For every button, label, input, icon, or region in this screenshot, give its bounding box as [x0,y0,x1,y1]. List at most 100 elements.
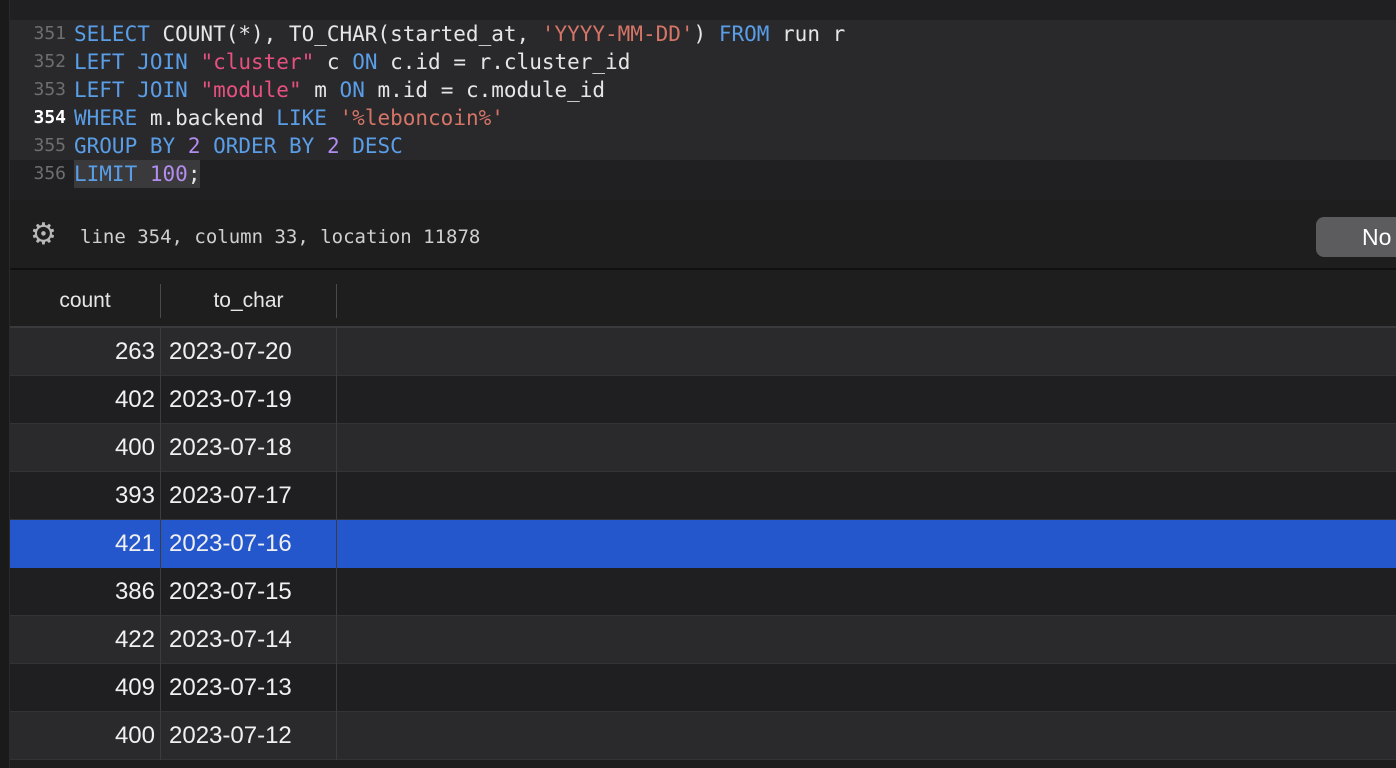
cell-to-char[interactable]: 2023-07-14 [169,616,339,664]
cell-to-char[interactable]: 2023-07-12 [169,712,339,760]
window-left-edge [0,0,10,768]
code-token: FROM [718,22,770,46]
cell-divider [336,472,337,520]
code-token: LEFT JOIN [74,50,188,74]
code-token: ORDER BY [213,134,315,158]
code-line-partial-bottom: 357 [10,189,1396,200]
line-number: 351 [33,23,66,44]
results-header: count to_char [10,272,1396,328]
cell-count[interactable]: 393 [10,472,155,520]
code-token: m.id = c.module_id [364,78,606,102]
code-token: DESC [352,134,403,158]
code-token: '%leboncoin%' [339,106,504,130]
table-row[interactable]: 386 2023-07-15 [10,568,1396,616]
line-number: 354 [33,107,66,128]
cell-count[interactable]: 422 [10,616,155,664]
cell-to-char[interactable]: 2023-07-17 [169,472,339,520]
cell-to-char[interactable]: 2023-07-13 [169,664,339,712]
cell-divider [160,568,161,616]
code-token: ON [339,78,365,102]
cell-count[interactable]: 386 [10,568,155,616]
cell-to-char[interactable]: 2023-07-16 [169,520,339,568]
cell-divider [336,616,337,664]
sql-editor[interactable]: 350 351 SELECT COUNT(*), TO_CHAR(started_… [10,0,1396,200]
cell-divider [160,424,161,472]
cell-divider [160,712,161,760]
code-line-partial-top: 350 [10,0,1396,45]
cell-to-char[interactable]: 2023-07-19 [169,376,339,424]
code-line[interactable]: 355 GROUP BY 2 ORDER BY 2 DESC [10,132,1396,160]
code-token: LEFT JOIN [74,78,188,102]
code-text: SELECT COUNT(*), TO_CHAR(started_at, 'YY… [74,20,845,48]
code-token: "module" [200,78,302,102]
code-token: WHERE [74,106,138,130]
column-header-count[interactable]: count [10,272,160,326]
cell-to-char[interactable]: 2023-07-18 [169,424,339,472]
cell-divider [336,376,337,424]
cell-divider [160,520,161,568]
cell-divider [160,616,161,664]
cell-count[interactable]: 400 [10,424,155,472]
code-token: c [314,50,353,74]
table-row[interactable]: 393 2023-07-17 [10,472,1396,520]
code-line[interactable]: 352 LEFT JOIN "cluster" c ON c.id = r.clu… [10,48,1396,76]
cell-divider [336,712,337,760]
table-row[interactable]: 402 2023-07-19 [10,376,1396,424]
code-token: 100 [149,162,188,186]
cursor-location-text: line 354, column 33, location 11878 [80,226,481,248]
code-line[interactable]: 351 SELECT COUNT(*), TO_CHAR(started_at, … [10,20,1396,48]
column-header-to-char[interactable]: to_char [161,272,336,326]
code-text: LEFT JOIN "cluster" c ON c.id = r.cluste… [74,48,630,76]
table-row[interactable]: 400 2023-07-12 [10,712,1396,760]
column-divider[interactable] [336,284,337,318]
cell-divider [160,376,161,424]
table-row[interactable]: 409 2023-07-13 [10,664,1396,712]
results-grid[interactable]: count to_char 263 2023-07-20 402 2023-07-19… [10,272,1396,768]
gear-icon[interactable]: ⚙ [30,220,60,250]
cell-divider [336,520,337,568]
table-row[interactable]: 421 2023-07-16 [10,520,1396,568]
code-token: ; [187,162,201,186]
code-token: 'YYYY-MM-DD' [541,22,694,46]
code-text: LEFT JOIN "module" m ON m.id = c.module_… [74,76,605,104]
code-token: GROUP BY [74,134,176,158]
cell-divider [160,472,161,520]
cell-divider [336,664,337,712]
code-token: "cluster" [200,50,315,74]
line-number: 355 [33,135,66,156]
code-token: 2 [187,134,201,158]
code-line[interactable]: 354 WHERE m.backend LIKE '%leboncoin%' [10,104,1396,132]
code-text: LIMIT 100; [74,160,201,188]
code-line[interactable]: 353 LEFT JOIN "module" m ON m.id = c.modu… [10,76,1396,104]
code-token: LIMIT [74,162,138,186]
cell-to-char[interactable]: 2023-07-20 [169,328,339,376]
code-token: 2 [326,134,340,158]
cell-count[interactable]: 402 [10,376,155,424]
table-row[interactable]: 422 2023-07-14 [10,616,1396,664]
table-row[interactable]: 400 2023-07-18 [10,424,1396,472]
cell-count[interactable]: 409 [10,664,155,712]
table-row[interactable]: 263 2023-07-20 [10,328,1396,376]
code-token: m [301,78,340,102]
line-number: 352 [33,51,66,72]
code-token: SELECT [74,22,150,46]
line-number: 356 [33,163,66,184]
code-text: WHERE m.backend LIKE '%leboncoin%' [74,104,504,132]
cell-count[interactable]: 421 [10,520,155,568]
cell-divider [160,328,161,376]
cell-divider [160,664,161,712]
cell-count[interactable]: 263 [10,328,155,376]
code-token: ) [693,22,719,46]
cell-count[interactable]: 400 [10,712,155,760]
no-button[interactable]: No [1316,217,1396,257]
cell-to-char[interactable]: 2023-07-15 [169,568,339,616]
code-token: LIKE [276,106,327,130]
code-token: COUNT(*), TO_CHAR(started_at, [149,22,542,46]
code-line[interactable]: 356 LIMIT 100; [10,160,1396,188]
